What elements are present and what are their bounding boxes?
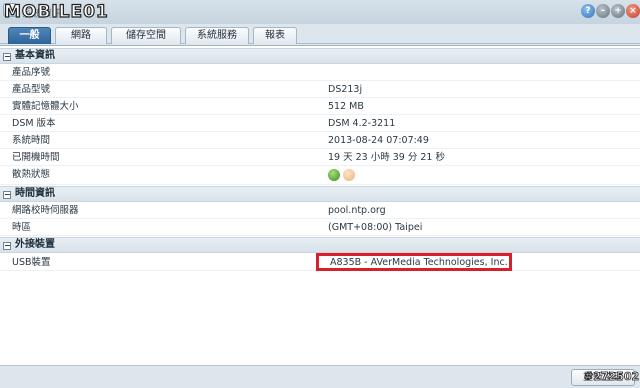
row-value: (GMT+08:00) Taipei <box>328 222 423 233</box>
row-serial: 產品序號 <box>0 65 640 81</box>
row-label: 時區 <box>12 222 32 233</box>
title-bar: 系統資訊 MOBILE01 ? – + × <box>0 0 640 24</box>
row-label: 實體記憶體大小 <box>12 101 79 112</box>
collapse-icon[interactable]: − <box>3 191 11 199</box>
row-label: 產品序號 <box>12 67 51 78</box>
maximize-icon[interactable]: + <box>611 4 625 18</box>
row-value: DS213j <box>328 84 363 95</box>
tab-logs[interactable]: 報表 <box>253 27 297 44</box>
tab-bar: 一般 網路 儲存空間 系統服務 報表 <box>0 24 640 44</box>
row-dsm-version: DSM 版本 DSM 4.2-3211 <box>0 116 640 132</box>
status-warning-icon <box>343 169 355 181</box>
close-icon[interactable]: × <box>626 4 640 18</box>
section-title: 外接裝置 <box>15 239 55 250</box>
row-uptime: 已開機時間 19 天 23 小時 39 分 21 秒 <box>0 150 640 166</box>
row-thermal-status: 散熱狀態 <box>0 167 640 185</box>
row-label: USB裝置 <box>12 257 51 268</box>
section-basic-info[interactable]: − 基本資訊 <box>0 48 640 64</box>
section-external-devices[interactable]: − 外接裝置 <box>0 237 640 253</box>
thermal-indicators <box>328 169 358 184</box>
mobile01-logo: MOBILE01 <box>3 1 109 22</box>
section-title: 時間資訊 <box>15 188 55 199</box>
bottom-bar: 重新整理 <box>0 365 640 388</box>
row-timezone: 時區 (GMT+08:00) Taipei <box>0 220 640 236</box>
row-model: 產品型號 DS213j <box>0 82 640 98</box>
section-time-info[interactable]: − 時間資訊 <box>0 186 640 202</box>
row-label: 產品型號 <box>12 84 51 95</box>
row-label: 散熱狀態 <box>12 169 51 180</box>
row-label: 已開機時間 <box>12 152 60 163</box>
row-ntp-server: 網路校時伺服器 pool.ntp.org <box>0 203 640 219</box>
row-memory: 實體記憶體大小 512 MB <box>0 99 640 115</box>
collapse-icon[interactable]: − <box>3 242 11 250</box>
info-panel: − 基本資訊 產品序號 產品型號 DS213j 實體記憶體大小 512 MB DS… <box>0 45 640 365</box>
tab-general[interactable]: 一般 <box>8 27 51 44</box>
row-label: 網路校時伺服器 <box>12 205 79 216</box>
tab-services[interactable]: 系統服務 <box>185 27 249 44</box>
help-icon[interactable]: ? <box>581 4 595 18</box>
minimize-icon[interactable]: – <box>596 4 610 18</box>
tab-storage[interactable]: 儲存空間 <box>111 27 181 44</box>
row-system-time: 系統時間 2013-08-24 07:07:49 <box>0 133 640 149</box>
row-usb-device: USB裝置 A835B - AVerMedia Technologies, In… <box>0 253 640 271</box>
row-label: DSM 版本 <box>12 118 56 129</box>
row-value: 512 MB <box>328 101 364 112</box>
row-label: 系統時間 <box>12 135 51 146</box>
highlight-box <box>316 253 512 271</box>
row-value: pool.ntp.org <box>328 205 386 216</box>
watermark: #272502 <box>584 370 640 384</box>
collapse-icon[interactable]: − <box>3 53 11 61</box>
row-value: 19 天 23 小時 39 分 21 秒 <box>328 152 445 163</box>
status-normal-icon <box>328 169 340 181</box>
row-value: DSM 4.2-3211 <box>328 118 396 129</box>
section-title: 基本資訊 <box>15 50 55 61</box>
row-value: 2013-08-24 07:07:49 <box>328 135 429 146</box>
tab-network[interactable]: 網路 <box>55 27 107 44</box>
